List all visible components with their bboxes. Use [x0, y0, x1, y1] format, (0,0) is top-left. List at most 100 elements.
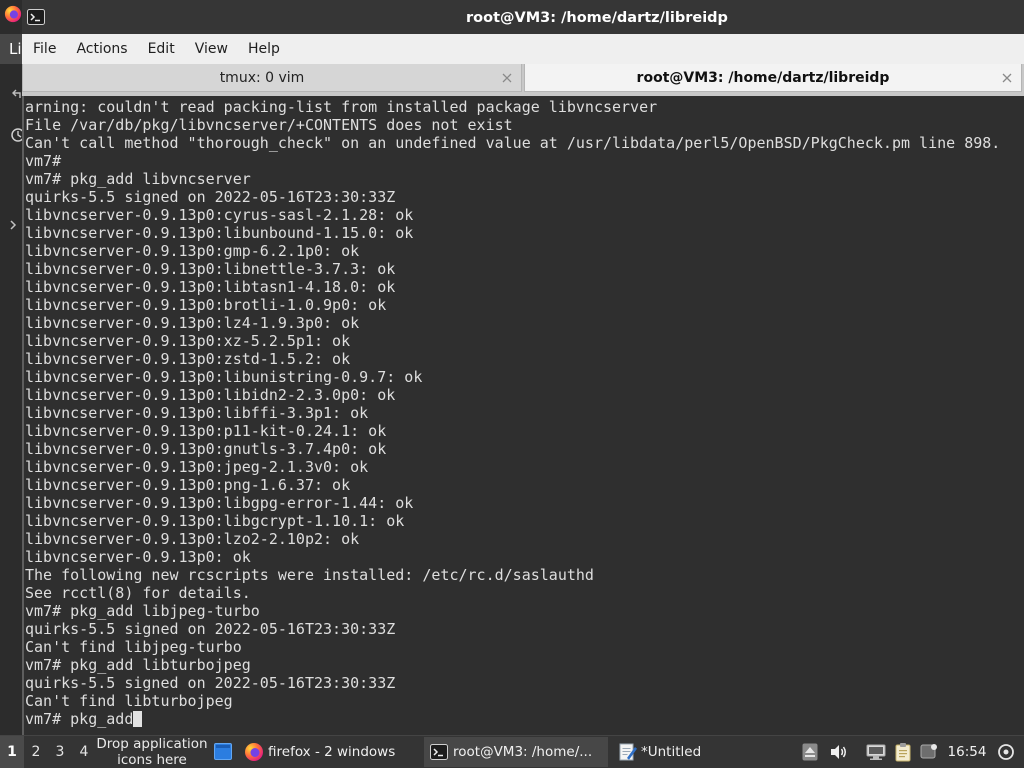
terminal-line-text: libvncserver-0.9.13p0:libidn2-2.3.0p0: o…	[25, 386, 396, 404]
terminal-output[interactable]: arning: couldn't read packing-list from …	[22, 96, 1024, 735]
volume-icon[interactable]	[830, 744, 848, 764]
terminal-line: quirks-5.5 signed on 2022-05-16T23:30:33…	[25, 188, 1024, 206]
task-terminal[interactable]: root@VM3: /home/...	[424, 737, 608, 767]
terminal-line: libvncserver-0.9.13p0:gnutls-3.7.4p0: ok	[25, 440, 1024, 458]
terminal-line: libvncserver-0.9.13p0:cyrus-sasl-2.1.28:…	[25, 206, 1024, 224]
task-firefox[interactable]: firefox - 2 windows	[238, 737, 420, 767]
text-editor-icon	[618, 742, 638, 762]
terminal-line-text: quirks-5.5 signed on 2022-05-16T23:30:33…	[25, 620, 396, 638]
terminal-line: libvncserver-0.9.13p0: ok	[25, 548, 1024, 566]
back-icon[interactable]	[11, 85, 22, 98]
terminal-line-text: libvncserver-0.9.13p0:cyrus-sasl-2.1.28:…	[25, 206, 414, 224]
workspace-button[interactable]: 2	[24, 736, 48, 768]
background-window: Li	[0, 0, 25, 735]
terminal-line-text: libvncserver-0.9.13p0:xz-5.2.5p1: ok	[25, 332, 351, 350]
terminal-line: vm7# pkg_add	[25, 710, 1024, 728]
terminal-line-text: libvncserver-0.9.13p0:lzo2-2.10p2: ok	[25, 530, 360, 548]
terminal-line-text: The following new rcscripts were install…	[25, 566, 594, 584]
network-icon[interactable]	[866, 743, 886, 765]
terminal-line: Can't call method "thorough_check" on an…	[25, 134, 1024, 152]
terminal-line: See rcctl(8) for details.	[25, 584, 1024, 602]
terminal-line: Can't find libturbojpeg	[25, 692, 1024, 710]
terminal-line: vm7#	[25, 152, 1024, 170]
chevron-right-icon[interactable]	[9, 216, 17, 230]
terminal-line-text: libvncserver-0.9.13p0:libgcrypt-1.10.1: …	[25, 512, 405, 530]
tab-tmux[interactable]: tmux: 0 vim	[22, 64, 522, 92]
quicklaunch-placeholder[interactable]: Drop application icons here	[94, 736, 210, 768]
show-desktop-icon[interactable]	[214, 743, 232, 760]
menu-actions[interactable]: Actions	[66, 34, 137, 64]
terminal-line-text: libvncserver-0.9.13p0:gmp-6.2.1p0: ok	[25, 242, 360, 260]
terminal-line-text: vm7# pkg_add libjpeg-turbo	[25, 602, 260, 620]
taskbar: 1 2 3 4 Drop application icons here fire…	[0, 735, 1024, 768]
menu-view[interactable]: View	[185, 34, 238, 64]
task-label: *Untitled	[641, 744, 702, 760]
terminal-line-text: libvncserver-0.9.13p0:libunistring-0.9.7…	[25, 368, 423, 386]
workspace-button[interactable]: 4	[72, 736, 96, 768]
terminal-line-text: libvncserver-0.9.13p0:libnettle-3.7.3: o…	[25, 260, 396, 278]
close-icon[interactable]	[1001, 72, 1013, 84]
workspace-button[interactable]: 1	[0, 736, 24, 768]
terminal-line-text: File /var/db/pkg/libvncserver/+CONTENTS …	[25, 116, 513, 134]
workspace-switcher: 1 2 3 4	[0, 736, 96, 768]
background-tab-label: Li	[9, 40, 22, 58]
terminal-line-text: vm7# pkg_add libvncserver	[25, 170, 251, 188]
terminal-line-text: libvncserver-0.9.13p0:brotli-1.0.9p0: ok	[25, 296, 387, 314]
terminal-line: Can't find libjpeg-turbo	[25, 638, 1024, 656]
menu-bar: File Actions Edit View Help	[22, 34, 1024, 64]
terminal-line-text: quirks-5.5 signed on 2022-05-16T23:30:33…	[25, 188, 396, 206]
tab-root-shell[interactable]: root@VM3: /home/dartz/libreidp	[524, 64, 1022, 92]
terminal-line: libvncserver-0.9.13p0:zstd-1.5.2: ok	[25, 350, 1024, 368]
terminal-line-text: libvncserver-0.9.13p0:libgpg-error-1.44:…	[25, 494, 414, 512]
terminal-line-text: libvncserver-0.9.13p0: ok	[25, 548, 251, 566]
task-label: root@VM3: /home/...	[453, 744, 593, 760]
terminal-line: libvncserver-0.9.13p0:gmp-6.2.1p0: ok	[25, 242, 1024, 260]
terminal-line-text: quirks-5.5 signed on 2022-05-16T23:30:33…	[25, 674, 396, 692]
power-icon[interactable]	[997, 743, 1015, 765]
window-title: root@VM3: /home/dartz/libreidp	[466, 10, 728, 26]
terminal-line-text: vm7# pkg_add libturbojpeg	[25, 656, 251, 674]
terminal-line: arning: couldn't read packing-list from …	[25, 98, 1024, 116]
tab-bar: tmux: 0 vim root@VM3: /home/dartz/librei…	[22, 64, 1024, 96]
terminal-line: The following new rcscripts were install…	[25, 566, 1024, 584]
quicklaunch-text: Drop application icons here	[96, 736, 208, 768]
menu-edit[interactable]: Edit	[138, 34, 185, 64]
firefox-icon[interactable]	[4, 5, 22, 23]
terminal-line-text: libvncserver-0.9.13p0:p11-kit-0.24.1: ok	[25, 422, 387, 440]
terminal-line: quirks-5.5 signed on 2022-05-16T23:30:33…	[25, 674, 1024, 692]
menu-help[interactable]: Help	[238, 34, 290, 64]
clock[interactable]: 16:54	[946, 736, 988, 768]
terminal-window: root@VM3: /home/dartz/libreidp File Acti…	[22, 0, 1024, 735]
clipboard-icon[interactable]	[894, 742, 912, 766]
terminal-line: libvncserver-0.9.13p0:xz-5.2.5p1: ok	[25, 332, 1024, 350]
terminal-line-text: Can't find libturbojpeg	[25, 692, 233, 710]
terminal-line-text: libvncserver-0.9.13p0:libunbound-1.15.0:…	[25, 224, 414, 242]
terminal-line-text: vm7# pkg_add	[25, 710, 134, 728]
background-tab[interactable]: Li	[0, 34, 22, 64]
terminal-line: libvncserver-0.9.13p0:libunbound-1.15.0:…	[25, 224, 1024, 242]
notification-icon[interactable]	[920, 743, 938, 764]
terminal-line: libvncserver-0.9.13p0:libidn2-2.3.0p0: o…	[25, 386, 1024, 404]
terminal-line-text: libvncserver-0.9.13p0:lz4-1.9.3p0: ok	[25, 314, 360, 332]
terminal-line: libvncserver-0.9.13p0:brotli-1.0.9p0: ok	[25, 296, 1024, 314]
terminal-line: libvncserver-0.9.13p0:lzo2-2.10p2: ok	[25, 530, 1024, 548]
terminal-line-text: Can't call method "thorough_check" on an…	[25, 134, 1001, 152]
terminal-line: libvncserver-0.9.13p0:jpeg-2.1.3v0: ok	[25, 458, 1024, 476]
terminal-cursor	[133, 711, 143, 727]
title-bar[interactable]: root@VM3: /home/dartz/libreidp	[22, 0, 1024, 34]
terminal-line: libvncserver-0.9.13p0:lz4-1.9.3p0: ok	[25, 314, 1024, 332]
task-label: firefox - 2 windows	[268, 744, 396, 760]
terminal-line: libvncserver-0.9.13p0:png-1.6.37: ok	[25, 476, 1024, 494]
removable-media-icon[interactable]	[802, 743, 818, 765]
terminal-line: libvncserver-0.9.13p0:libtasn1-4.18.0: o…	[25, 278, 1024, 296]
menu-file[interactable]: File	[23, 34, 66, 64]
terminal-line-text: libvncserver-0.9.13p0:zstd-1.5.2: ok	[25, 350, 351, 368]
terminal-icon[interactable]	[27, 9, 45, 25]
workspace-button[interactable]: 3	[48, 736, 72, 768]
task-text-editor[interactable]: *Untitled	[612, 737, 794, 767]
terminal-line-text: vm7#	[25, 152, 62, 170]
terminal-line-text: Can't find libjpeg-turbo	[25, 638, 242, 656]
terminal-line-text: libvncserver-0.9.13p0:gnutls-3.7.4p0: ok	[25, 440, 387, 458]
close-icon[interactable]	[501, 72, 513, 84]
terminal-line-text: libvncserver-0.9.13p0:libtasn1-4.18.0: o…	[25, 278, 396, 296]
